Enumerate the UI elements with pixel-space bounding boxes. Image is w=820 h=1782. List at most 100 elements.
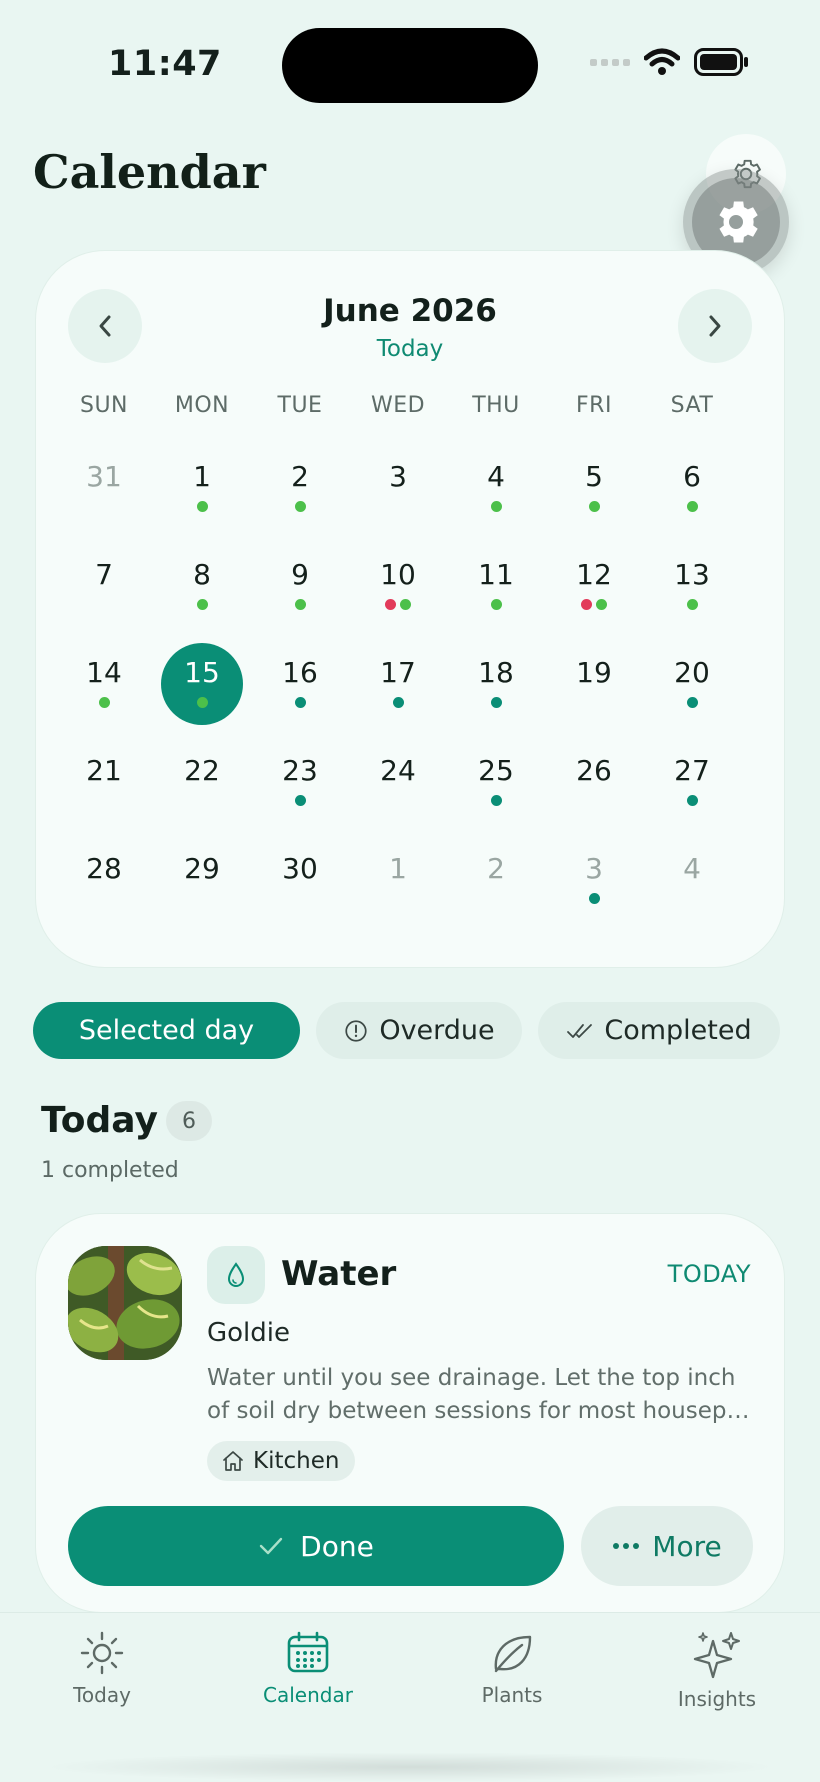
calendar-day[interactable]: 17 (349, 635, 447, 733)
weekday-label: SAT (670, 393, 714, 418)
weekday-label: WED (370, 393, 426, 418)
task-dot (392, 697, 404, 708)
sun-icon (80, 1631, 124, 1675)
calendar-day[interactable]: 14 (55, 635, 153, 733)
task-card[interactable]: Water TODAY Goldie Water until you see d… (35, 1213, 785, 1613)
calendar-day[interactable]: 8 (153, 537, 251, 635)
calendar-day[interactable]: 20 (643, 635, 741, 733)
calendar-day[interactable]: 21 (55, 733, 153, 831)
calendar-day[interactable]: 19 (545, 635, 643, 733)
chevron-right-icon (709, 315, 721, 337)
calendar-day[interactable]: 18 (447, 635, 545, 733)
task-type-badge (207, 1246, 265, 1304)
calendar-day[interactable]: 28 (55, 831, 153, 929)
calendar-day[interactable]: 9 (251, 537, 349, 635)
dynamic-island (282, 28, 538, 103)
task-count-badge: 6 (166, 1101, 212, 1141)
calendar-day[interactable]: 30 (251, 831, 349, 929)
calendar-day[interactable]: 7 (55, 537, 153, 635)
day-number: 3 (389, 460, 407, 493)
filter-chips: Selected day Overdue Completed (33, 1002, 780, 1059)
calendar-day[interactable]: 2 (447, 831, 545, 929)
weekday-label: MON (174, 393, 230, 418)
calendar-day[interactable]: 1 (153, 439, 251, 537)
task-dot (490, 599, 502, 610)
calendar-day[interactable]: 1 (349, 831, 447, 929)
day-number: 19 (576, 656, 612, 689)
calendar-day[interactable]: 13 (643, 537, 741, 635)
weekday-label: THU (472, 393, 520, 418)
task-dot (581, 599, 592, 610)
calendar-day[interactable]: 2 (251, 439, 349, 537)
tab-plants[interactable]: Plants (437, 1629, 587, 1707)
calendar-day-selected[interactable]: 15 (153, 635, 251, 733)
task-indicators (294, 795, 306, 807)
filter-completed[interactable]: Completed (538, 1002, 780, 1059)
day-number: 9 (291, 558, 309, 591)
task-indicators (686, 599, 698, 611)
status-time: 11:47 (108, 44, 222, 84)
calendar-day[interactable]: 22 (153, 733, 251, 831)
task-dot (294, 501, 306, 512)
weekday-label: TUE (277, 393, 323, 418)
task-dot (196, 697, 208, 708)
done-label: Done (300, 1529, 374, 1563)
calendar-day[interactable]: 3 (349, 439, 447, 537)
calendar-day[interactable]: 11 (447, 537, 545, 635)
calendar-day[interactable]: 5 (545, 439, 643, 537)
calendar-day[interactable]: 6 (643, 439, 741, 537)
tab-calendar[interactable]: Calendar (233, 1629, 383, 1707)
day-number: 12 (576, 558, 612, 591)
next-month-button[interactable] (678, 289, 752, 363)
done-button[interactable]: Done (68, 1506, 564, 1586)
more-button[interactable]: More (581, 1506, 753, 1586)
calendar-day[interactable]: 12 (545, 537, 643, 635)
task-indicators (392, 697, 404, 709)
task-indicators (196, 599, 208, 611)
calendar-day[interactable]: 31 (55, 439, 153, 537)
water-drop-icon (227, 1262, 245, 1287)
calendar-day[interactable]: 26 (545, 733, 643, 831)
calendar-day[interactable]: 4 (643, 831, 741, 929)
wifi-icon (644, 48, 680, 75)
calendar-day[interactable]: 4 (447, 439, 545, 537)
calendar-day[interactable]: 16 (251, 635, 349, 733)
task-dot (686, 599, 698, 610)
gear-icon (719, 201, 758, 243)
day-number: 1 (193, 460, 211, 493)
day-number: 8 (193, 558, 211, 591)
task-indicators (385, 599, 411, 611)
day-number: 2 (487, 852, 505, 885)
task-dot (588, 501, 600, 512)
task-dot (588, 893, 600, 904)
calendar-day[interactable]: 3 (545, 831, 643, 929)
calendar-day[interactable]: 10 (349, 537, 447, 635)
section-title: Today (41, 1100, 158, 1141)
location-label: Kitchen (253, 1448, 340, 1474)
day-number: 14 (86, 656, 122, 689)
day-number: 18 (478, 656, 514, 689)
tab-insights[interactable]: Insights (642, 1629, 792, 1711)
calendar-day[interactable]: 23 (251, 733, 349, 831)
calendar-day[interactable]: 27 (643, 733, 741, 831)
calendar-day[interactable]: 25 (447, 733, 545, 831)
task-indicators (686, 697, 698, 709)
alert-circle-icon (345, 1019, 367, 1042)
task-title: Water (281, 1254, 397, 1294)
more-label: More (652, 1529, 722, 1563)
task-dot (294, 795, 306, 806)
battery-icon (694, 48, 748, 76)
sparkles-icon (693, 1632, 740, 1679)
day-number: 17 (380, 656, 416, 689)
today-link[interactable]: Today (36, 336, 784, 362)
filter-overdue[interactable]: Overdue (316, 1002, 522, 1059)
calendar-day[interactable]: 24 (349, 733, 447, 831)
day-number: 22 (184, 754, 220, 787)
filter-selected-day[interactable]: Selected day (33, 1002, 300, 1059)
task-dot (294, 697, 306, 708)
tab-today[interactable]: Today (27, 1629, 177, 1707)
calendar-grid: 31 1 2 3 4 5 6 7 8 9 10 11 12 13 14 15 16 17 18 19 20 21 22 23 2… (55, 439, 741, 929)
day-number: 28 (86, 852, 122, 885)
day-number: 10 (380, 558, 416, 591)
calendar-day[interactable]: 29 (153, 831, 251, 929)
